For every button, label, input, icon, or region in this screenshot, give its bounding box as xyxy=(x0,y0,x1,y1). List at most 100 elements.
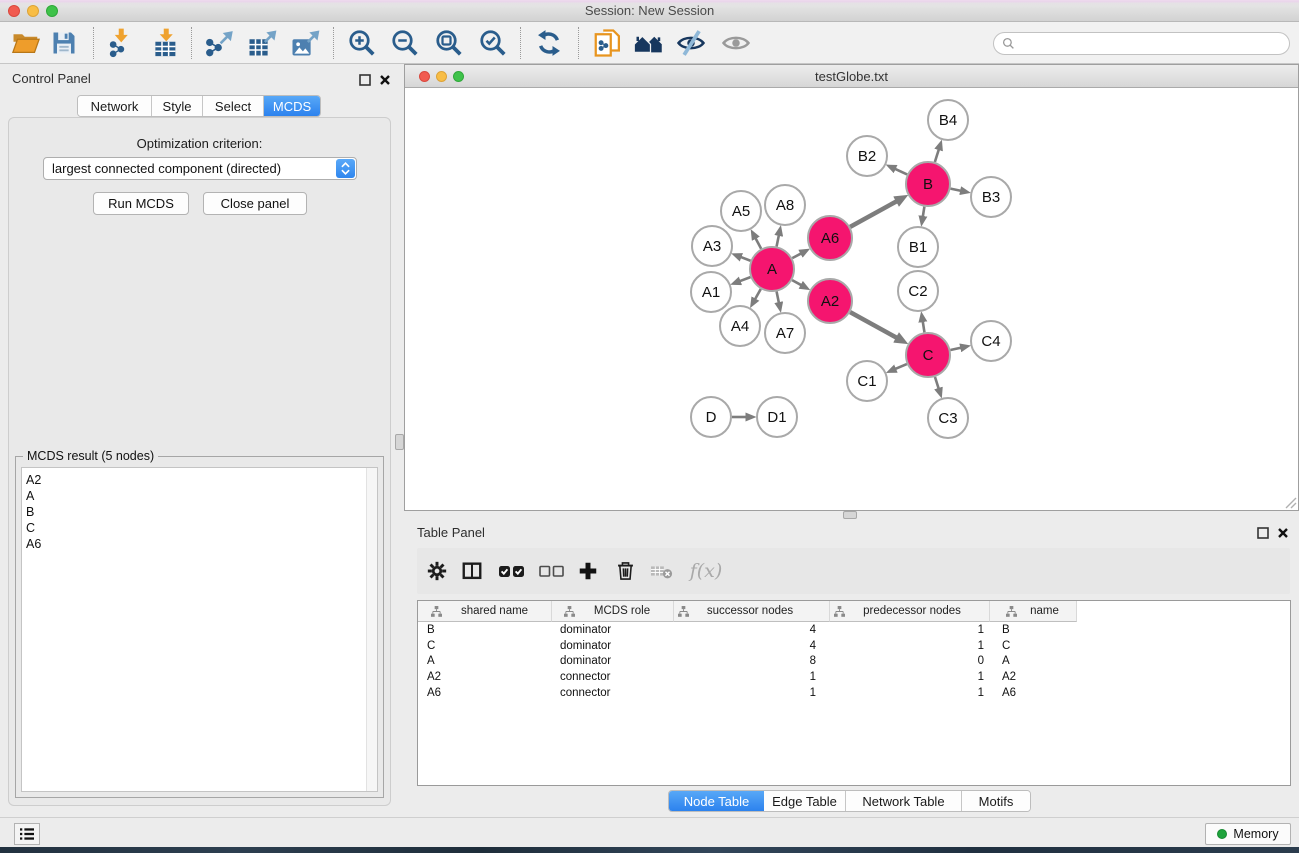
table-cell[interactable]: C xyxy=(418,640,552,652)
column-header[interactable]: shared name xyxy=(418,601,552,622)
table-cell[interactable]: A xyxy=(990,655,1077,667)
task-history-button[interactable] xyxy=(14,823,40,845)
table-cell[interactable]: connector xyxy=(552,687,674,699)
mcds-result-item[interactable]: A xyxy=(22,488,377,504)
graph-edge[interactable] xyxy=(935,150,939,162)
table-row[interactable]: Cdominator41C xyxy=(418,638,1290,654)
table-cell[interactable]: dominator xyxy=(552,640,674,652)
network-view[interactable]: AA1A2A3A4A5A6A7A8BB1B2B3B4CC1C2C3C4DD1 xyxy=(405,88,1298,510)
column-header[interactable]: MCDS role xyxy=(552,601,674,622)
table-cell[interactable]: 1 xyxy=(830,687,990,699)
mcds-result-item[interactable]: B xyxy=(22,504,377,520)
network-graph[interactable]: AA1A2A3A4A5A6A7A8BB1B2B3B4CC1C2C3C4DD1 xyxy=(405,88,1298,510)
memory-button[interactable]: Memory xyxy=(1205,823,1291,845)
export-network-button[interactable] xyxy=(201,25,237,61)
zoom-out-button[interactable] xyxy=(387,25,423,61)
table-cell[interactable]: connector xyxy=(552,671,674,683)
close-panel-icon[interactable] xyxy=(1276,526,1289,539)
tab-network[interactable]: Network xyxy=(78,96,152,116)
run-mcds-button[interactable]: Run MCDS xyxy=(93,192,189,215)
table-cell[interactable]: 1 xyxy=(830,640,990,652)
table-cell[interactable]: A2 xyxy=(418,671,552,683)
table-cell[interactable]: 4 xyxy=(674,624,830,636)
add-column-button[interactable] xyxy=(572,555,604,587)
graph-edge[interactable] xyxy=(777,292,779,303)
graph-edge[interactable] xyxy=(850,312,896,338)
graph-edge[interactable] xyxy=(740,277,750,281)
home-view-button[interactable] xyxy=(630,25,666,61)
refresh-button[interactable] xyxy=(531,25,567,61)
graph-edge[interactable] xyxy=(792,254,801,259)
mcds-result-item[interactable]: A6 xyxy=(22,536,377,552)
graph-edge[interactable] xyxy=(777,235,779,246)
export-table-button[interactable] xyxy=(244,25,280,61)
graph-edge[interactable] xyxy=(896,364,907,369)
close-panel-icon[interactable] xyxy=(378,73,391,86)
float-panel-icon[interactable] xyxy=(358,73,371,86)
copy-session-button[interactable] xyxy=(589,25,625,61)
table-settings-button[interactable] xyxy=(421,555,453,587)
table-cell[interactable]: 1 xyxy=(674,687,830,699)
table-row[interactable]: Bdominator41B xyxy=(418,622,1290,638)
table-cell[interactable]: A6 xyxy=(418,687,552,699)
graph-edge[interactable] xyxy=(741,257,751,261)
delete-column-button[interactable] xyxy=(609,555,641,587)
table-row[interactable]: A2connector11A2 xyxy=(418,669,1290,685)
table-cell[interactable]: A xyxy=(418,655,552,667)
column-header[interactable]: predecessor nodes xyxy=(830,601,990,622)
tab-mcds[interactable]: MCDS xyxy=(264,96,320,116)
table-cell[interactable]: dominator xyxy=(552,624,674,636)
network-window-titlebar[interactable]: testGlobe.txt xyxy=(405,65,1298,88)
graph-edge[interactable] xyxy=(923,207,925,217)
optimization-criterion-select[interactable]: largest connected component (directed) xyxy=(43,157,357,180)
table-cell[interactable]: 1 xyxy=(830,671,990,683)
hide-selected-button[interactable] xyxy=(673,25,709,61)
mcds-result-item[interactable]: A2 xyxy=(22,472,377,488)
tab-edge-table[interactable]: Edge Table xyxy=(764,791,846,811)
show-column-button[interactable] xyxy=(456,555,488,587)
zoom-selected-button[interactable] xyxy=(475,25,511,61)
column-header[interactable]: successor nodes xyxy=(674,601,830,622)
mcds-result-item[interactable]: C xyxy=(22,520,377,536)
table-cell[interactable]: 1 xyxy=(830,624,990,636)
zoom-fit-button[interactable] xyxy=(431,25,467,61)
tab-style[interactable]: Style xyxy=(152,96,203,116)
column-header[interactable]: name xyxy=(990,601,1077,622)
table-cell[interactable]: A2 xyxy=(990,671,1077,683)
table-cell[interactable]: dominator xyxy=(552,655,674,667)
tab-select[interactable]: Select xyxy=(203,96,264,116)
import-network-button[interactable] xyxy=(103,25,139,61)
close-panel-button[interactable]: Close panel xyxy=(203,192,307,215)
list-scrollbar[interactable] xyxy=(366,468,377,791)
table-cell[interactable]: B xyxy=(418,624,552,636)
graph-edge[interactable] xyxy=(792,280,801,285)
vertical-splitter-grip[interactable] xyxy=(395,434,404,450)
table-cell[interactable]: 4 xyxy=(674,640,830,652)
horizontal-splitter-grip[interactable] xyxy=(843,511,857,519)
tab-motifs[interactable]: Motifs xyxy=(962,791,1030,811)
function-builder-button[interactable]: f(x) xyxy=(684,555,728,587)
select-all-button[interactable] xyxy=(496,555,528,587)
float-panel-icon[interactable] xyxy=(1256,526,1269,539)
table-cell[interactable]: B xyxy=(990,624,1077,636)
table-cell[interactable]: A6 xyxy=(990,687,1077,699)
tab-network-table[interactable]: Network Table xyxy=(846,791,962,811)
graph-edge[interactable] xyxy=(895,169,907,174)
open-session-button[interactable] xyxy=(8,25,44,61)
search-input[interactable] xyxy=(1019,34,1289,53)
graph-edge[interactable] xyxy=(951,189,961,191)
tab-node-table[interactable]: Node Table xyxy=(669,791,764,811)
zoom-in-button[interactable] xyxy=(344,25,380,61)
table-cell[interactable]: 0 xyxy=(830,655,990,667)
table-row[interactable]: A6connector11A6 xyxy=(418,685,1290,701)
export-image-button[interactable] xyxy=(287,25,323,61)
table-row[interactable]: Adominator80A xyxy=(418,653,1290,669)
show-all-button[interactable] xyxy=(718,25,754,61)
import-table-button[interactable] xyxy=(148,25,184,61)
window-resize-grip[interactable] xyxy=(1285,497,1297,509)
graph-edge[interactable] xyxy=(756,238,762,248)
delete-table-button[interactable] xyxy=(646,555,678,587)
table-cell[interactable]: 1 xyxy=(674,671,830,683)
graph-edge[interactable] xyxy=(950,348,960,350)
table-cell[interactable]: C xyxy=(990,640,1077,652)
